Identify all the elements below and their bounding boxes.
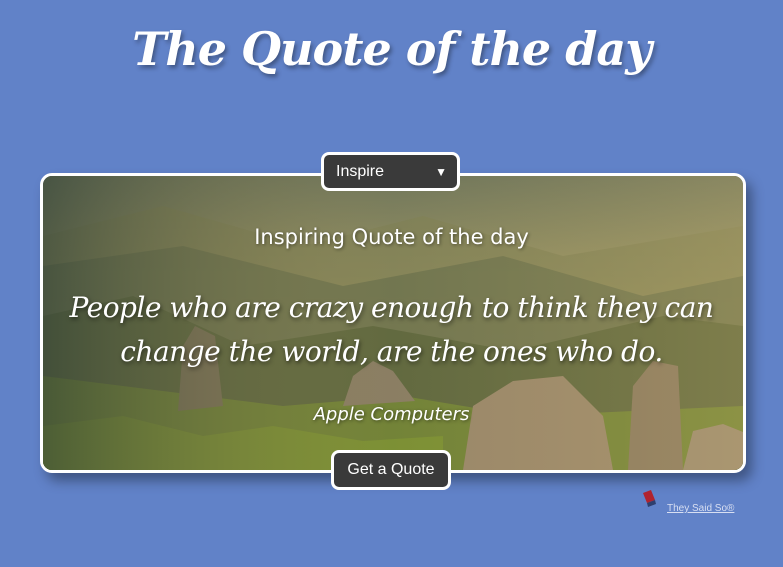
attribution: They Said So®	[640, 490, 750, 520]
quote-text: People who are crazy enough to think the…	[69, 291, 714, 368]
chevron-down-icon: ▼	[435, 164, 447, 179]
they-said-so-logo-icon[interactable]	[640, 490, 658, 512]
get-quote-button[interactable]: Get a Quote	[331, 450, 451, 490]
quote-author: Apple Computers	[313, 404, 470, 425]
category-select[interactable]: Inspire ▼	[321, 152, 460, 191]
category-selected-value: Inspire	[336, 162, 385, 180]
page-title: The Quote of the day	[132, 22, 652, 76]
quote-heading: Inspiring Quote of the day	[254, 225, 529, 249]
they-said-so-link[interactable]: They Said So®	[667, 503, 734, 514]
